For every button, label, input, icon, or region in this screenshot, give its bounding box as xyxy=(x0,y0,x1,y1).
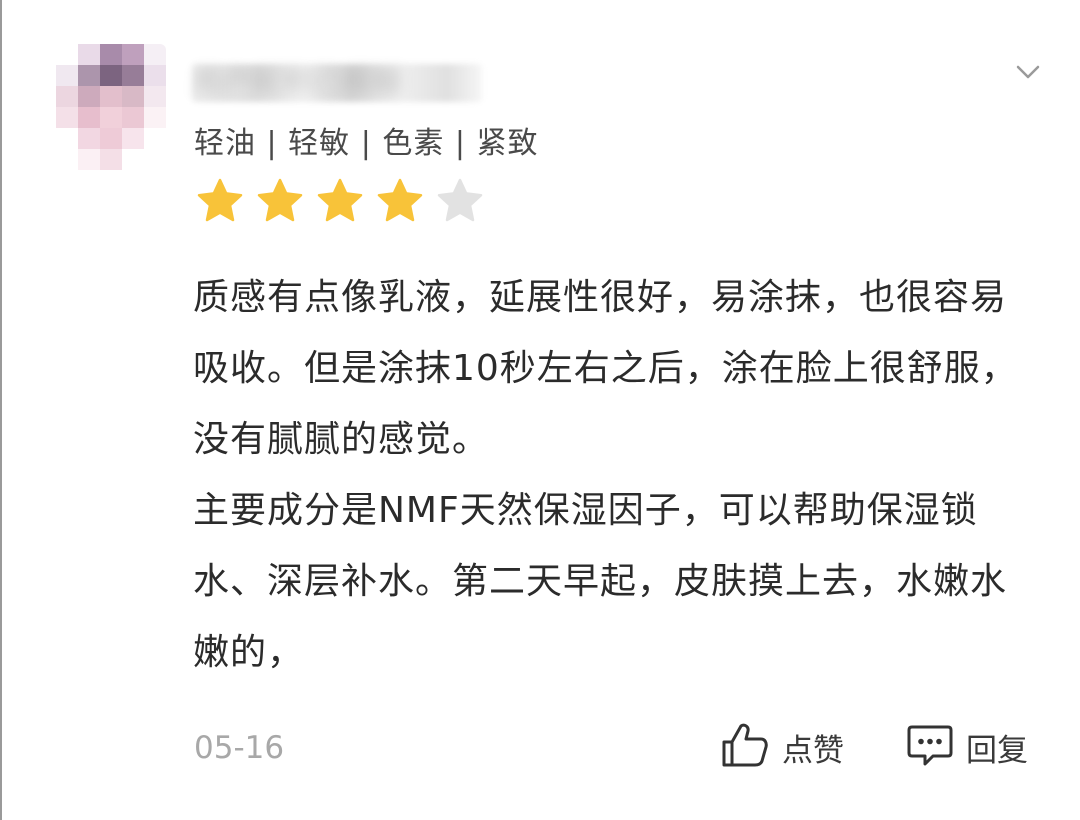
left-edge-divider xyxy=(0,0,2,820)
review-content: 质感有点像乳液，延展性很好，易涂抹，也很容易吸收。但是涂抹10秒左右之后，涂在脸… xyxy=(193,262,1033,688)
review-paragraph: 质感有点像乳液，延展性很好，易涂抹，也很容易吸收。但是涂抹10秒左右之后，涂在脸… xyxy=(193,277,1018,460)
avatar-pixel xyxy=(56,107,78,128)
avatar-pixel xyxy=(78,86,100,107)
thumbs-up-icon xyxy=(720,722,770,772)
reply-button[interactable]: 回复 xyxy=(906,722,1028,772)
avatar-pixel xyxy=(56,149,78,170)
star-filled-icon xyxy=(316,178,364,224)
avatar-pixel xyxy=(144,149,166,170)
avatar-pixel xyxy=(78,107,100,128)
avatar-pixel xyxy=(78,128,100,149)
star-empty-icon xyxy=(436,178,484,224)
avatar-pixel xyxy=(122,65,144,86)
avatar-pixel xyxy=(100,44,122,65)
review-paragraph: 主要成分是NMF天然保湿因子，可以帮助保湿锁水、深层补水。第二天早起，皮肤摸上去… xyxy=(193,490,1008,673)
star-filled-icon xyxy=(376,178,424,224)
avatar-pixel xyxy=(100,107,122,128)
avatar-pixel xyxy=(122,86,144,107)
avatar-pixel xyxy=(56,44,78,65)
star-filled-icon xyxy=(256,178,304,224)
avatar-pixel xyxy=(78,65,100,86)
avatar-pixel xyxy=(122,44,144,65)
avatar-pixel xyxy=(100,86,122,107)
comment-icon xyxy=(906,722,954,772)
like-label: 点赞 xyxy=(782,732,844,769)
avatar[interactable] xyxy=(56,44,166,170)
avatar-pixel xyxy=(144,44,166,65)
avatar-pixel xyxy=(100,149,122,170)
avatar-pixel xyxy=(122,107,144,128)
avatar-pixel xyxy=(100,128,122,149)
username[interactable]: 用户昵称已模糊 xyxy=(192,64,482,102)
avatar-pixel xyxy=(144,128,166,149)
chevron-down-icon[interactable] xyxy=(1014,62,1042,82)
like-button[interactable]: 点赞 xyxy=(720,722,844,772)
avatar-pixel xyxy=(78,44,100,65)
user-skin-tags: 轻油 | 轻敏 | 色素 | 紧致 xyxy=(194,126,539,161)
avatar-pixel xyxy=(122,149,144,170)
avatar-pixel xyxy=(144,86,166,107)
reply-label: 回复 xyxy=(966,732,1028,769)
review-date: 05-16 xyxy=(194,730,285,766)
star-rating xyxy=(196,178,484,224)
star-filled-icon xyxy=(196,178,244,224)
avatar-pixel xyxy=(56,65,78,86)
avatar-pixel xyxy=(144,107,166,128)
avatar-pixel xyxy=(100,65,122,86)
avatar-pixel xyxy=(56,86,78,107)
avatar-pixel xyxy=(144,65,166,86)
avatar-pixel xyxy=(78,149,100,170)
avatar-pixel xyxy=(56,128,78,149)
avatar-pixel xyxy=(122,128,144,149)
